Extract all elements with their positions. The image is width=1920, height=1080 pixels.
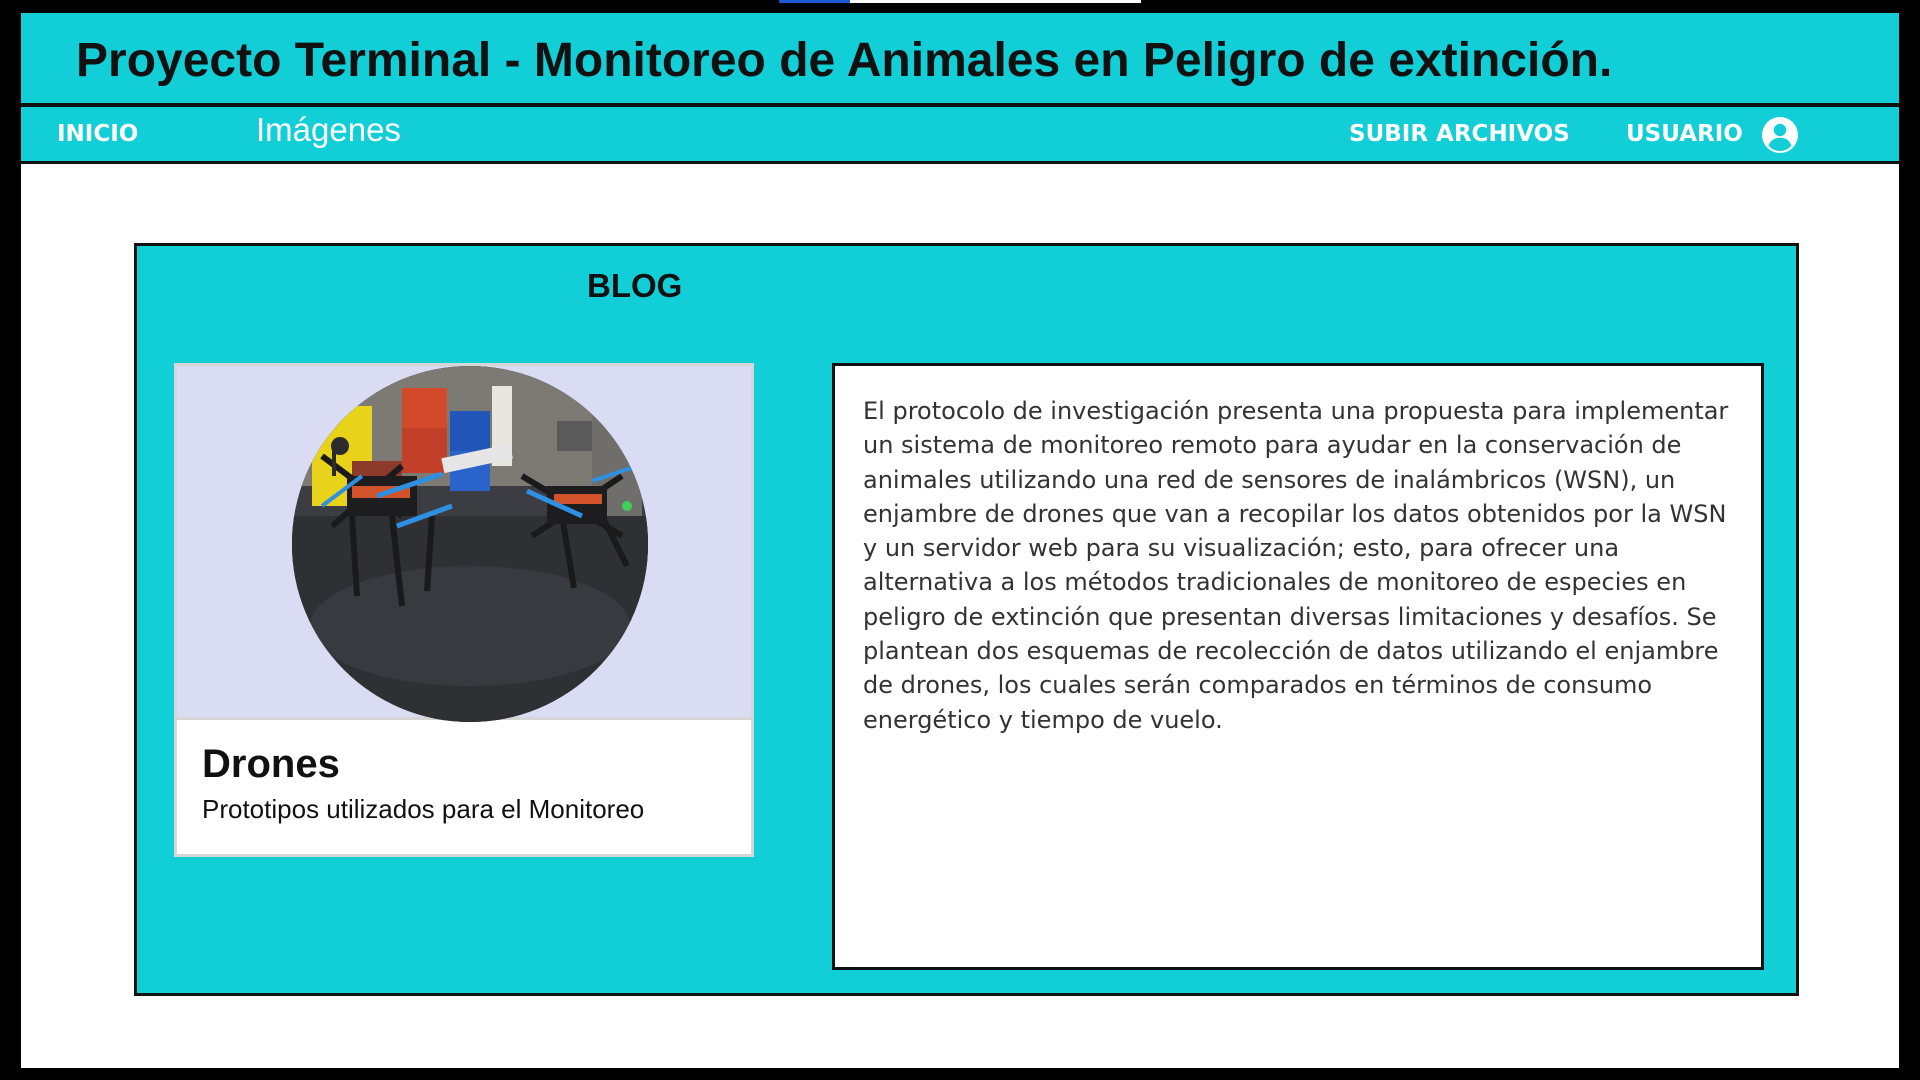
title-bar: Proyecto Terminal - Monitoreo de Animale… xyxy=(21,13,1899,107)
card-title: Drones xyxy=(202,742,340,786)
nav-bar: INICIO Imágenes SUBIR ARCHIVOS USUARIO xyxy=(21,107,1899,164)
blog-heading: BLOG xyxy=(587,267,683,304)
account-circle-icon[interactable] xyxy=(1761,116,1799,154)
drones-photo-illustration xyxy=(292,366,648,722)
drones-photo xyxy=(292,366,648,722)
blog-panel: BLOG Drones Prototipos utilizados para e… xyxy=(134,243,1799,996)
description-text: El protocolo de investigación presenta u… xyxy=(863,397,1729,734)
card-media xyxy=(177,366,751,722)
window-top-indicator xyxy=(779,0,850,3)
nav-link-imagenes[interactable]: Imágenes xyxy=(256,103,401,157)
page-title: Proyecto Terminal - Monitoreo de Animale… xyxy=(76,34,1613,87)
description-box: El protocolo de investigación presenta u… xyxy=(832,363,1764,970)
nav-link-inicio[interactable]: INICIO xyxy=(57,107,138,161)
drones-card[interactable]: Drones Prototipos utilizados para el Mon… xyxy=(174,363,754,857)
nav-link-usuario[interactable]: USUARIO xyxy=(1626,107,1743,161)
card-subtitle: Prototipos utilizados para el Monitoreo xyxy=(202,794,645,824)
page-frame: Proyecto Terminal - Monitoreo de Animale… xyxy=(21,13,1899,1068)
nav-link-subir-archivos[interactable]: SUBIR ARCHIVOS xyxy=(1349,107,1570,161)
